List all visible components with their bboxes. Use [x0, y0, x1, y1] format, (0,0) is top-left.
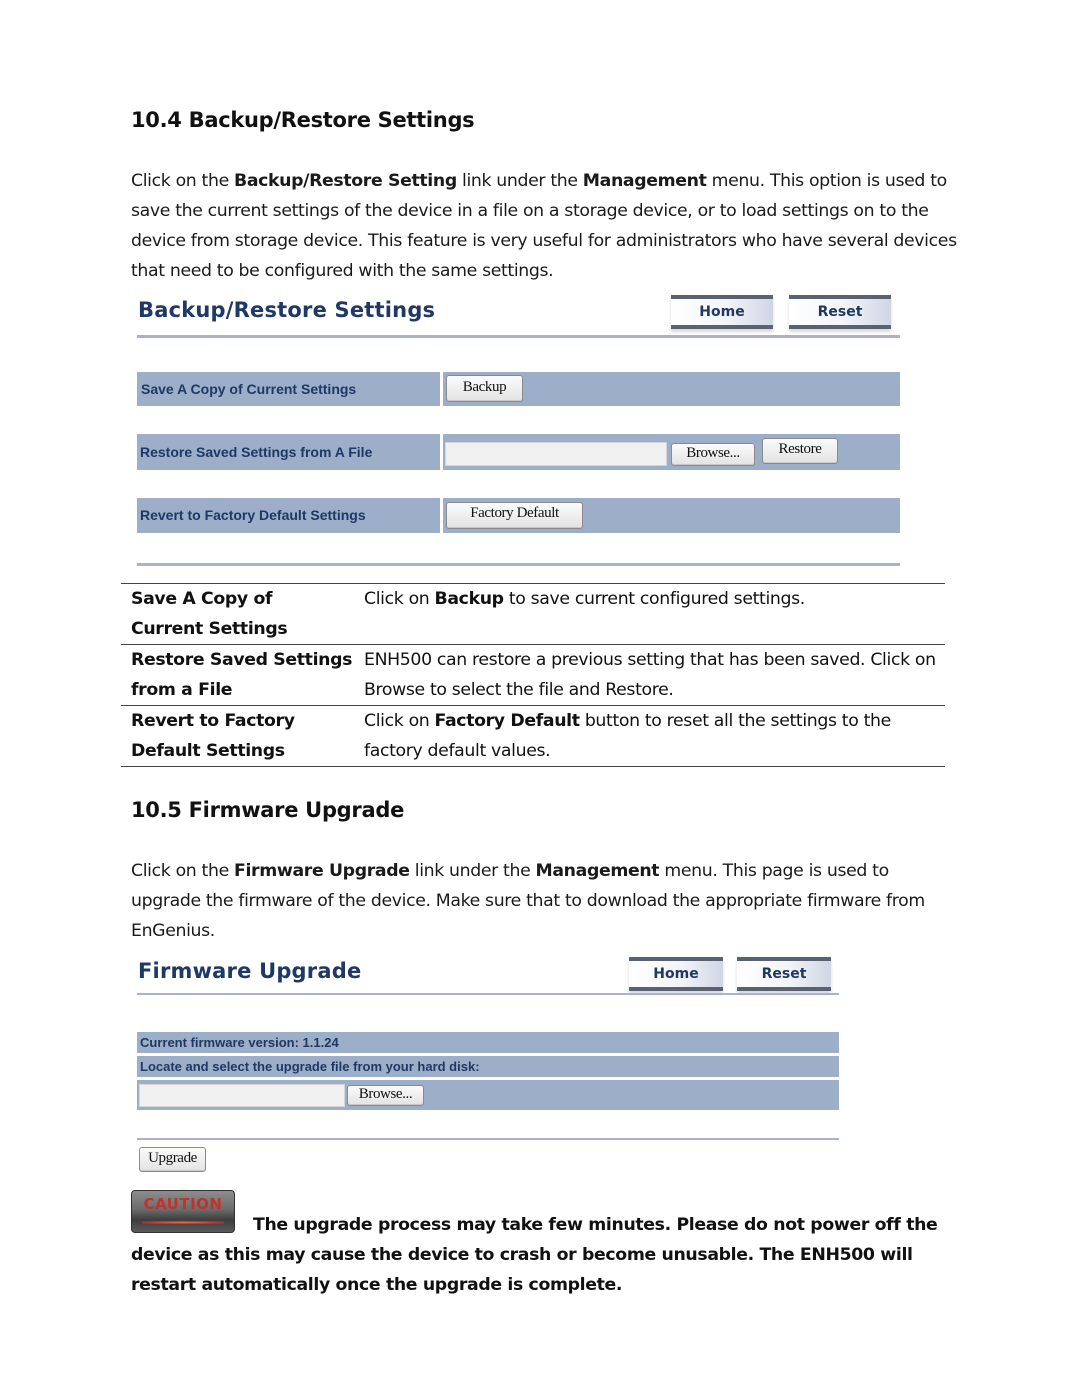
intro-text: link under the — [409, 861, 536, 881]
upgrade-button[interactable]: Upgrade — [139, 1147, 206, 1172]
restore-button[interactable]: Restore — [762, 438, 838, 464]
firmware-version-value: 1.1.24 — [302, 1035, 339, 1050]
section-heading-backup: 10.4 Backup/Restore Settings — [131, 108, 475, 132]
table-key: Revert to Factory Default Settings — [131, 711, 295, 761]
table-row: Save A Copy of Current Settings Click on … — [121, 583, 945, 645]
table-key: Save A Copy of Current Settings — [131, 589, 288, 639]
ui-page-title: Backup/Restore Settings — [138, 298, 436, 322]
factory-default-button[interactable]: Factory Default — [446, 502, 583, 529]
title-divider — [137, 993, 839, 995]
firmware-intro-paragraph: Click on the Firmware Upgrade link under… — [131, 856, 957, 946]
intro-text: link under the — [456, 171, 583, 191]
intro-bold-menu-name: Management — [582, 171, 707, 191]
backup-intro-paragraph: Click on the Backup/Restore Setting link… — [131, 166, 957, 286]
ui-page-title: Firmware Upgrade — [138, 959, 362, 983]
intro-text: Click on the — [131, 171, 234, 191]
restore-from-file-label: Restore Saved Settings from A File — [140, 444, 373, 460]
firmware-version-text: Current firmware version: 1.1.24 — [140, 1035, 339, 1050]
backup-description-table: Save A Copy of Current Settings Click on … — [121, 583, 945, 767]
browse-button[interactable]: Browse... — [671, 443, 755, 466]
browse-button[interactable]: Browse... — [347, 1085, 424, 1106]
home-button[interactable]: Home — [671, 295, 773, 329]
home-button[interactable]: Home — [629, 957, 723, 991]
firmware-file-input[interactable] — [139, 1084, 345, 1107]
table-value: Click on Factory Default button to reset… — [364, 711, 891, 761]
locate-file-label: Locate and select the upgrade file from … — [140, 1059, 480, 1074]
restore-file-input[interactable] — [445, 442, 667, 466]
factory-default-label: Revert to Factory Default Settings — [140, 507, 366, 523]
section-heading-firmware: 10.5 Firmware Upgrade — [131, 798, 405, 822]
table-row: Revert to Factory Default Settings Click … — [121, 705, 945, 767]
caution-text: The upgrade process may take few minutes… — [131, 1215, 938, 1295]
reset-button[interactable]: Reset — [737, 957, 831, 991]
title-divider — [137, 335, 900, 338]
reset-button[interactable]: Reset — [789, 295, 891, 329]
table-value: Click on Backup to save current configur… — [364, 589, 805, 609]
intro-bold-link-name: Backup/Restore Setting — [234, 171, 457, 191]
backup-button[interactable]: Backup — [446, 375, 523, 402]
intro-text: Click on the — [131, 861, 234, 881]
table-row: Restore Saved Settings from a File ENH500… — [121, 644, 945, 706]
table-key: Restore Saved Settings from a File — [131, 650, 353, 700]
intro-bold-menu-name: Management — [535, 861, 660, 881]
save-copy-label: Save A Copy of Current Settings — [141, 381, 357, 397]
bottom-divider — [137, 563, 900, 566]
intro-bold-link-name: Firmware Upgrade — [234, 861, 410, 881]
bottom-divider — [137, 1138, 839, 1140]
table-value: ENH500 can restore a previous setting th… — [364, 650, 936, 700]
